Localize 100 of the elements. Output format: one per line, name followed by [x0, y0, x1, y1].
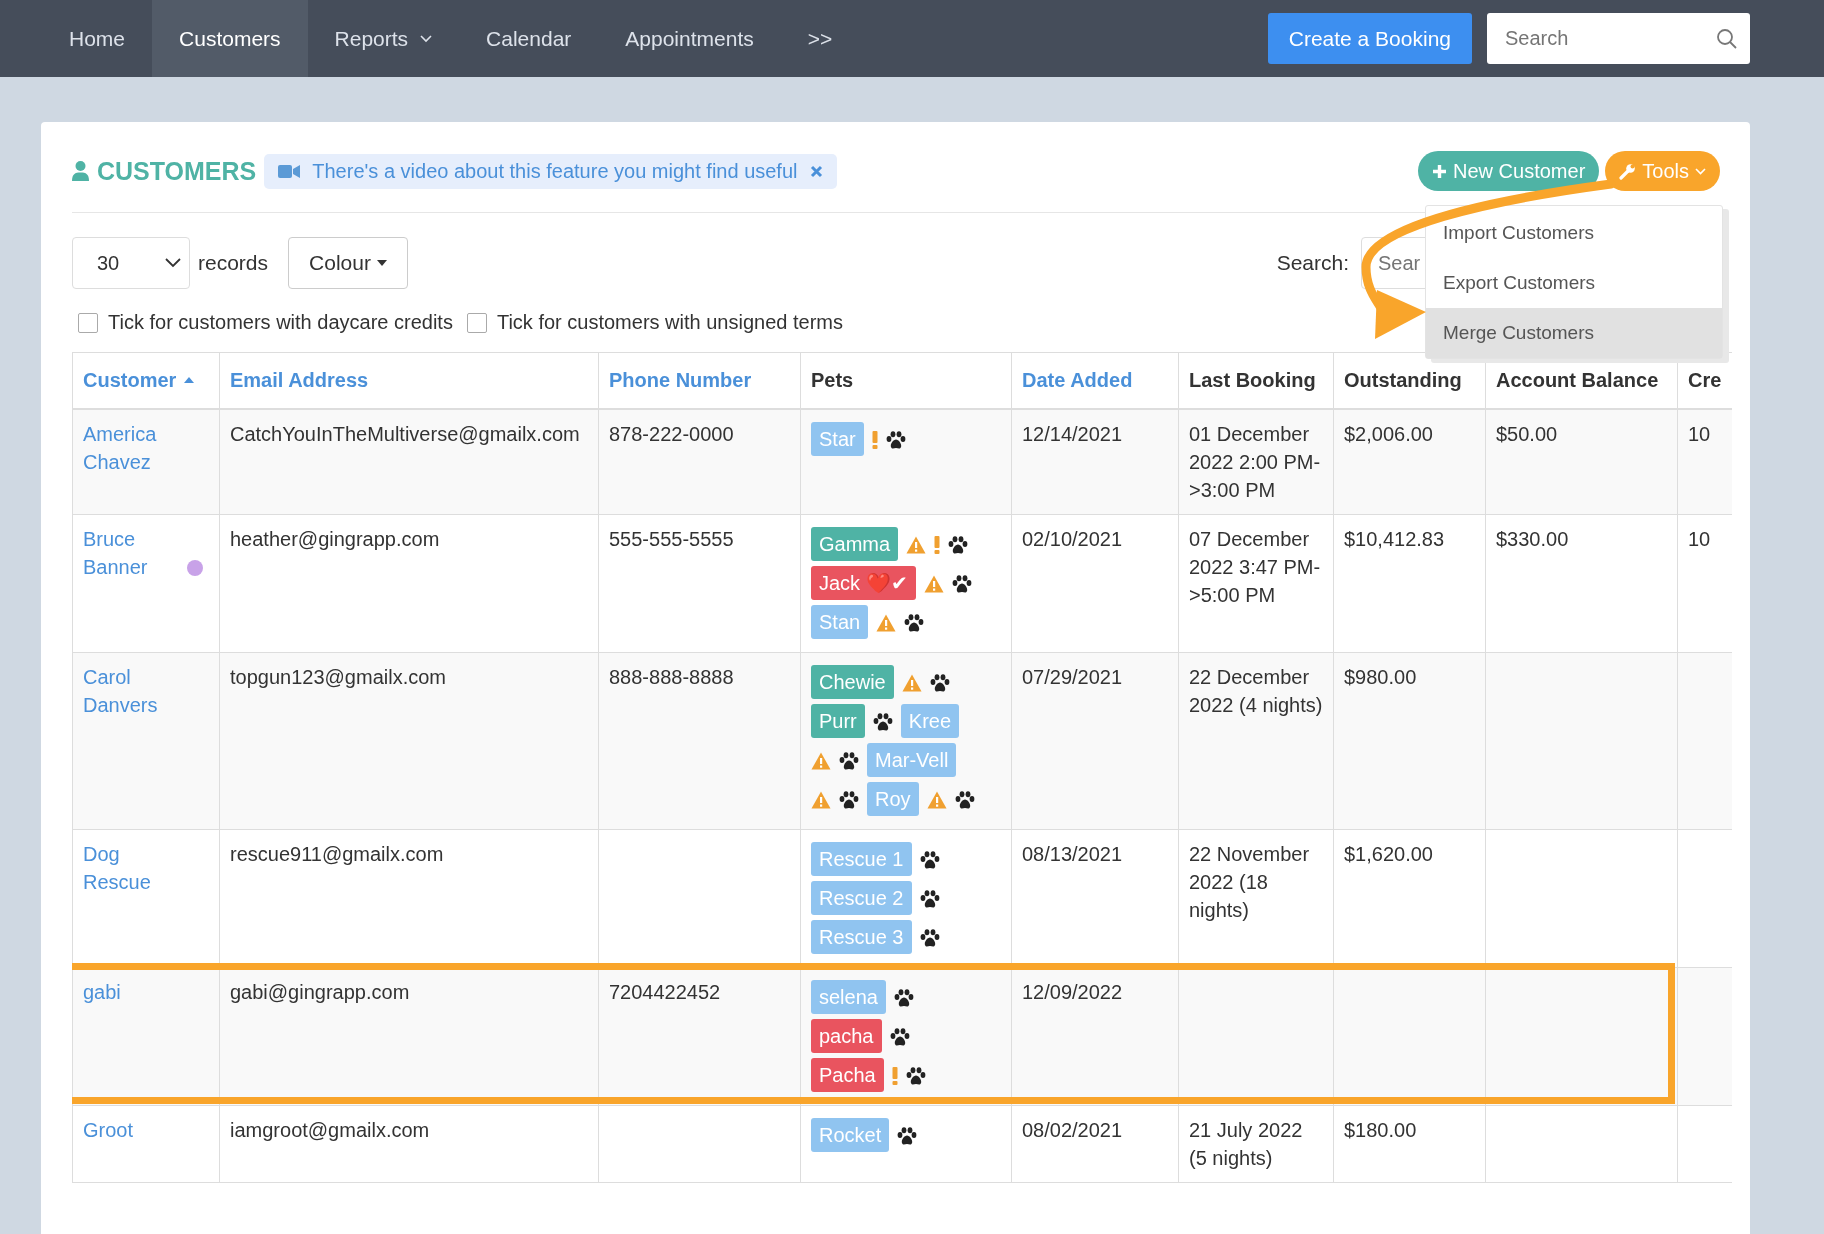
table-cell: 22 November 2022 (18 nights): [1189, 843, 1310, 921]
pet-tag[interactable]: Rescue 3: [811, 920, 912, 954]
pet-tag[interactable]: Jack ❤✔: [811, 566, 916, 600]
table-cell: 21 July 2022 (5 nights): [1189, 1119, 1303, 1169]
search-label: Search:: [1276, 251, 1349, 275]
table-cell: 7204422452: [609, 981, 721, 1003]
paw-icon: [929, 673, 950, 692]
table-cell: 12/09/2022: [1022, 981, 1123, 1003]
table-cell: 888-888-8888: [609, 666, 734, 688]
wrench-icon: [1619, 162, 1637, 180]
colour-button[interactable]: Colour: [288, 237, 408, 289]
table-cell: 07 December 2022 3:47 PM->5:00 PM: [1189, 528, 1321, 606]
paw-icon: [905, 1066, 926, 1085]
pet-tag[interactable]: Purr: [811, 704, 865, 738]
paw-icon: [904, 613, 925, 632]
pet-tag[interactable]: Stan: [811, 605, 869, 639]
checkbox[interactable]: [78, 312, 98, 333]
nav-tab[interactable]: Calendar: [459, 0, 599, 77]
paw-icon: [839, 790, 859, 809]
checkbox-label: Tick for customers with daycare credits: [108, 311, 453, 334]
paw-icon: [951, 574, 972, 593]
paw-icon: [948, 535, 969, 554]
paw-icon: [897, 1126, 918, 1145]
paw-icon: [954, 790, 975, 809]
column-header: Pets: [811, 369, 854, 391]
paw-icon: [893, 988, 914, 1007]
records-label: records: [198, 251, 269, 275]
paw-icon: [889, 1027, 910, 1046]
table-cell: 10: [1688, 423, 1711, 445]
table-cell: 12/14/2021: [1022, 423, 1123, 445]
tools-button[interactable]: Tools: [1605, 151, 1720, 191]
table-cell: 22 December 2022 (4 nights): [1189, 666, 1323, 716]
table-cell: gabi@gingrapp.com: [230, 981, 410, 1003]
customer-link[interactable]: gabi: [83, 978, 121, 1006]
table-cell: $980.00: [1344, 666, 1417, 688]
table-cell: 01 December 2022 2:00 PM->3:00 PM: [1189, 423, 1321, 501]
pet-tag[interactable]: Pacha: [811, 1058, 884, 1092]
plus-icon: [1432, 163, 1448, 179]
video-camera-icon: [278, 163, 301, 179]
menu-item[interactable]: Export Customers: [1426, 258, 1722, 308]
paw-icon: [872, 712, 893, 731]
checkbox-label: Tick for customers with unsigned terms: [496, 311, 843, 334]
pet-tag[interactable]: Mar-Vell: [867, 743, 957, 777]
table-cell: topgun123@gmailx.com: [230, 666, 446, 688]
page-title: CUSTOMERS: [97, 156, 257, 186]
pet-tag[interactable]: Chewie: [811, 665, 894, 699]
search-icon: [1716, 28, 1738, 50]
column-header: Account Balance: [1496, 369, 1659, 391]
column-header: Outstanding: [1344, 369, 1462, 391]
nav-tab[interactable]: Customers: [152, 0, 308, 77]
table-cell: rescue911@gmailx.com: [230, 843, 444, 865]
table-cell: 07/29/2021: [1022, 666, 1123, 688]
table-cell: 08/13/2021: [1022, 843, 1123, 865]
table-cell: $330.00: [1496, 528, 1569, 550]
pet-tag[interactable]: pacha: [811, 1019, 882, 1053]
table-cell: $10,412.83: [1344, 528, 1445, 550]
pet-tag[interactable]: selena: [811, 980, 886, 1014]
nav-tab[interactable]: >>: [780, 0, 860, 77]
column-header: Cre: [1688, 369, 1722, 391]
checkbox[interactable]: [466, 312, 487, 333]
paw-icon: [919, 928, 940, 947]
nav-tab[interactable]: Home: [42, 0, 153, 77]
pet-tag[interactable]: Gamma: [811, 527, 899, 561]
pet-tag[interactable]: Rocket: [811, 1118, 890, 1152]
chevron-icon: [165, 258, 181, 268]
search-field[interactable]: Search: [1487, 13, 1750, 64]
menu-item[interactable]: Merge Customers: [1426, 308, 1722, 358]
create-booking-button[interactable]: Create a Booking: [1267, 13, 1472, 64]
chevron-icon: [1695, 167, 1706, 175]
pet-tag[interactable]: Kree: [900, 704, 960, 738]
paw-icon: [919, 889, 940, 908]
nav-tab[interactable]: Reports: [307, 0, 460, 77]
banner-text: There's a video about this feature you might find useful: [312, 159, 798, 183]
close-icon[interactable]: [809, 164, 823, 178]
caret-icon: [376, 260, 387, 266]
person-icon: [72, 161, 89, 181]
column-header: Last Booking: [1189, 369, 1316, 391]
nav-tab[interactable]: Appointments: [598, 0, 781, 77]
menu-item[interactable]: Import Customers: [1426, 208, 1722, 258]
table-cell: $1,620.00: [1344, 843, 1433, 865]
table-cell: 10: [1688, 528, 1711, 550]
table-cell: 555-555-5555: [609, 528, 734, 550]
table-cell: 878-222-0000: [609, 423, 734, 445]
table-cell: iamgroot@gmailx.com: [230, 1119, 430, 1141]
pet-tag[interactable]: Rescue 2: [811, 881, 912, 915]
pet-tag[interactable]: Rescue 1: [811, 842, 912, 876]
customer-link[interactable]: Groot: [83, 1116, 134, 1144]
table-cell: $180.00: [1344, 1119, 1417, 1141]
records-select[interactable]: 30: [72, 237, 190, 289]
column-header[interactable]: Email Address: [230, 369, 369, 391]
table-cell: CatchYouInTheMultiverse@gmailx.com: [230, 423, 580, 445]
paw-icon: [885, 430, 906, 449]
new-customer-button[interactable]: New Customer: [1418, 151, 1600, 191]
pet-tag[interactable]: Roy: [867, 782, 919, 816]
table-cell: 02/10/2021: [1022, 528, 1123, 550]
table-cell: heather@gingrapp.com: [230, 528, 440, 550]
table-cell: $2,006.00: [1344, 423, 1433, 445]
table-cell: 08/02/2021: [1022, 1119, 1123, 1141]
pet-tag[interactable]: Star: [811, 422, 864, 456]
table-cell: $50.00: [1496, 423, 1558, 445]
